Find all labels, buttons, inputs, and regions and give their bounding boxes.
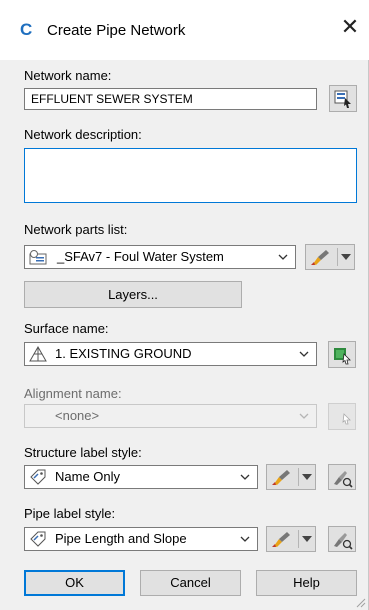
structure-label-style-label: Structure label style: [24, 445, 142, 460]
network-name-input[interactable]: EFFLUENT SEWER SYSTEM [24, 88, 317, 110]
title-bar: C Create Pipe Network ✕ [0, 0, 369, 60]
pick-surface-button[interactable] [328, 341, 356, 368]
pipe-label-edit-split-button[interactable] [266, 526, 316, 552]
pick-from-drawing-icon [342, 413, 351, 425]
network-description-input[interactable] [24, 148, 357, 203]
resize-grip-icon[interactable] [354, 596, 366, 608]
parts-list-value: _SFAv7 - Foul Water System [57, 249, 224, 264]
name-template-icon [334, 90, 351, 108]
structure-label-preview-button[interactable] [328, 464, 356, 490]
split-divider [337, 248, 338, 266]
chevron-down-icon [299, 351, 309, 357]
network-name-label: Network name: [24, 68, 112, 83]
structure-label-edit-split-button[interactable] [266, 464, 316, 490]
alignment-name-label: Alignment name: [24, 386, 122, 401]
preview-icon [334, 471, 353, 488]
structure-label-style-value: Name Only [55, 469, 121, 484]
parts-list-dropdown[interactable]: _SFAv7 - Foul Water System [24, 245, 296, 269]
surface-icon [29, 346, 47, 362]
label-style-icon [30, 531, 46, 547]
chevron-down-icon [299, 413, 309, 419]
pick-from-drawing-icon [334, 348, 351, 365]
surface-dropdown[interactable]: 1. EXISTING GROUND [24, 342, 317, 366]
cancel-button[interactable]: Cancel [140, 570, 241, 596]
pick-alignment-button [328, 403, 356, 430]
name-template-button[interactable] [329, 85, 357, 112]
dropdown-arrow-icon[interactable] [341, 254, 351, 260]
surface-value: 1. EXISTING GROUND [55, 346, 192, 361]
layers-button[interactable]: Layers... [24, 281, 242, 308]
pipe-label-style-dropdown[interactable]: Pipe Length and Slope [24, 527, 258, 551]
dialog-title: Create Pipe Network [47, 22, 186, 39]
structure-label-style-dropdown[interactable]: Name Only [24, 465, 258, 489]
network-description-label: Network description: [24, 127, 142, 142]
pipe-label-style-value: Pipe Length and Slope [55, 531, 187, 546]
close-button[interactable]: ✕ [339, 16, 361, 40]
edit-style-icon [311, 250, 329, 265]
label-style-icon [30, 469, 46, 485]
split-divider [298, 530, 299, 548]
pipe-label-style-label: Pipe label style: [24, 506, 116, 521]
parts-list-edit-split-button[interactable] [305, 244, 355, 270]
dropdown-arrow-icon[interactable] [302, 536, 312, 542]
edit-style-icon [272, 470, 290, 485]
chevron-down-icon [278, 254, 288, 260]
surface-name-label: Surface name: [24, 321, 109, 336]
ok-button[interactable]: OK [24, 570, 125, 596]
preview-icon [334, 533, 353, 550]
help-button[interactable]: Help [256, 570, 357, 596]
alignment-dropdown: <none> [24, 404, 317, 428]
civil3d-app-icon: C [20, 20, 33, 39]
create-pipe-network-dialog: C Create Pipe Network ✕ Network name: EF… [0, 0, 369, 610]
alignment-value: <none> [55, 408, 100, 423]
chevron-down-icon [240, 536, 250, 542]
parts-list-label: Network parts list: [24, 222, 128, 237]
dropdown-arrow-icon[interactable] [302, 474, 312, 480]
parts-list-icon [29, 250, 47, 265]
edit-style-icon [272, 532, 290, 547]
chevron-down-icon [240, 474, 250, 480]
split-divider [298, 468, 299, 486]
pipe-label-preview-button[interactable] [328, 526, 356, 552]
